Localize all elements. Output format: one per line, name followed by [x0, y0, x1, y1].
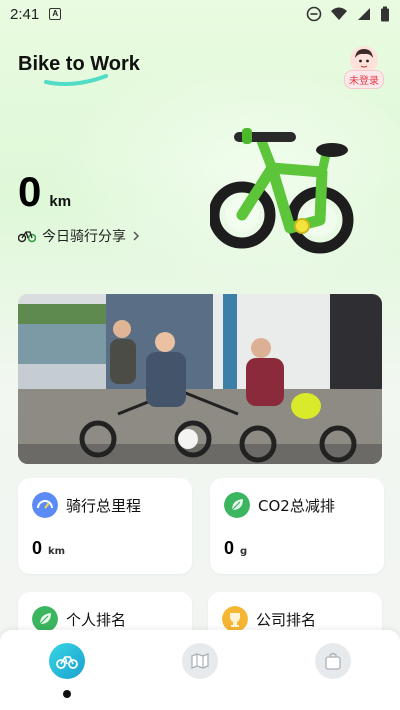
trophy-icon	[222, 606, 248, 632]
today-ride-share-link[interactable]: 今日骑行分享	[18, 226, 140, 246]
signal-icon	[358, 8, 370, 20]
bike-icon	[56, 656, 78, 669]
chevron-right-icon	[133, 231, 140, 241]
nav-tab-map[interactable]	[182, 643, 218, 679]
status-bar: 2:41 A	[0, 0, 400, 28]
do-not-disturb-icon	[306, 6, 322, 22]
notification-a-icon: A	[49, 8, 62, 20]
distance-value: 0	[18, 168, 42, 215]
stat-card-co2-reduction[interactable]: CO2总减排 0 g	[210, 478, 384, 574]
stat-value: 0	[32, 538, 43, 558]
active-tab-indicator	[63, 690, 71, 698]
user-avatar-button[interactable]: 未登录	[344, 46, 384, 94]
banner-photo[interactable]	[18, 294, 382, 464]
bottom-navigation	[0, 630, 400, 710]
stat-title: 骑行总里程	[66, 496, 142, 515]
wifi-icon	[331, 7, 347, 20]
leaf-icon	[32, 606, 58, 632]
leaf-icon	[224, 492, 250, 518]
status-time: 2:41	[10, 5, 40, 23]
share-label: 今日骑行分享	[42, 229, 126, 245]
battery-icon	[381, 6, 389, 22]
bag-icon	[325, 652, 341, 670]
stat-value: 0	[224, 538, 235, 558]
nav-tab-ride[interactable]	[49, 643, 85, 679]
stat-card-total-distance[interactable]: 骑行总里程 0 km	[18, 478, 192, 574]
map-icon	[191, 653, 209, 669]
speedometer-icon	[32, 492, 58, 518]
bike-icon	[18, 231, 36, 243]
bike-illustration	[210, 128, 354, 254]
login-status-badge: 未登录	[344, 70, 384, 89]
stat-title: CO2总减排	[258, 496, 335, 515]
nav-tab-shop[interactable]	[315, 643, 351, 679]
today-distance: 0 km	[18, 168, 71, 216]
stat-unit: g	[240, 546, 248, 557]
stat-unit: km	[48, 546, 66, 557]
distance-unit: km	[49, 193, 72, 210]
stat-title: 个人排名	[66, 610, 127, 629]
title-swoosh-decoration	[44, 74, 108, 86]
stat-title: 公司排名	[256, 610, 317, 629]
app-title: Bike to Work	[18, 53, 140, 75]
